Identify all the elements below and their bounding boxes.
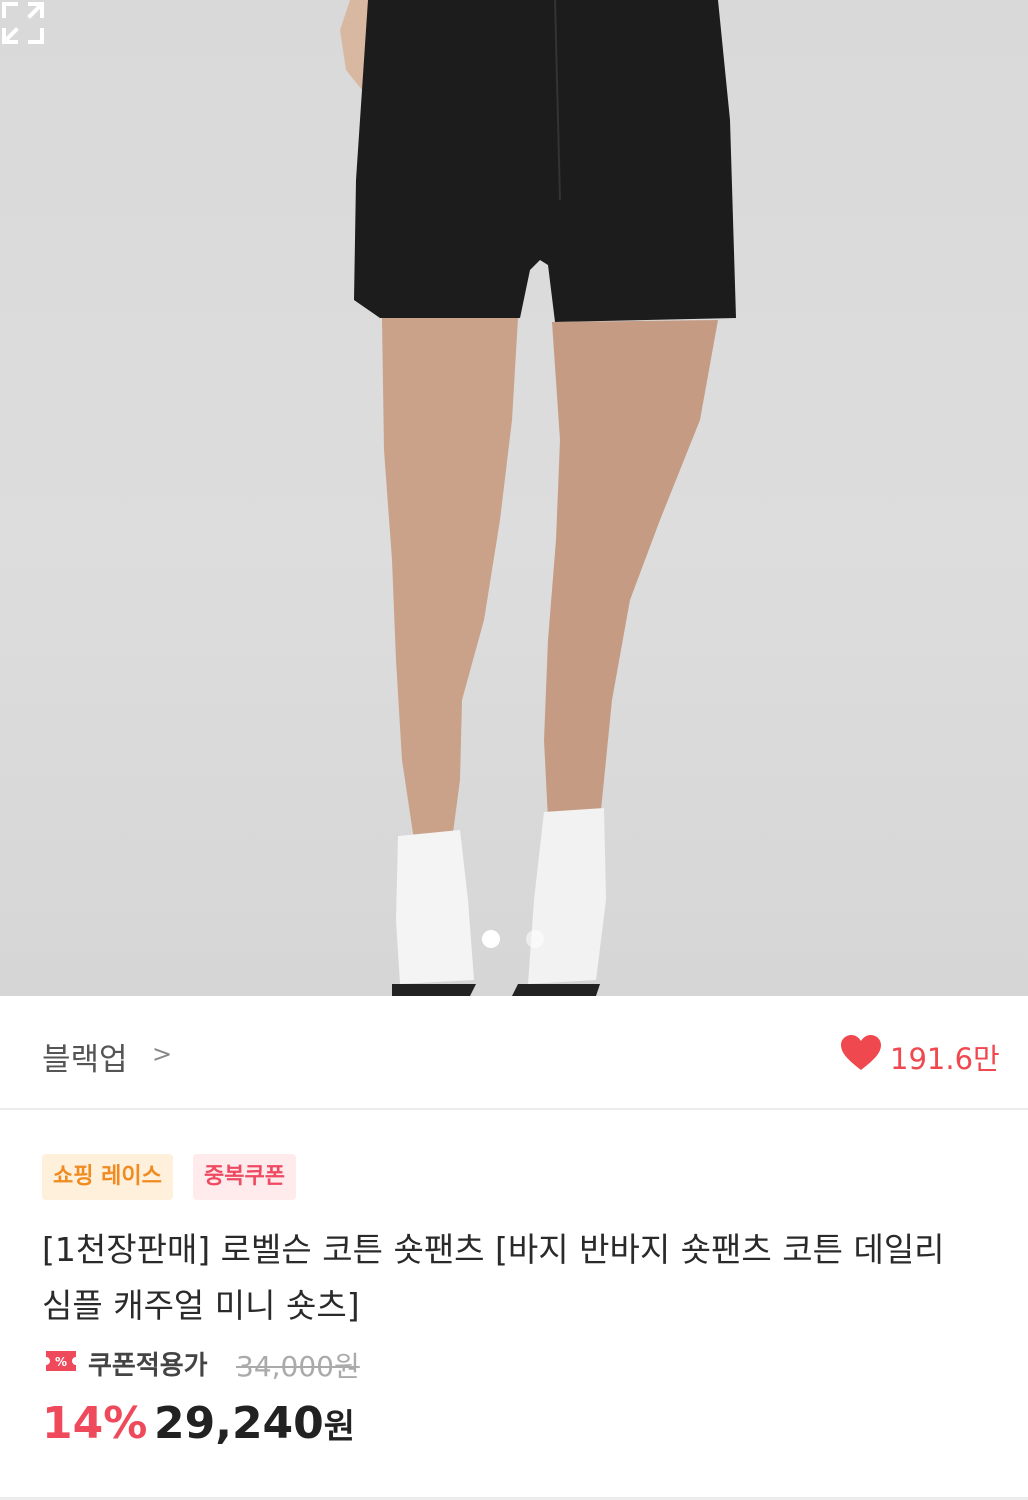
final-price-value: 29,240 [154, 1398, 324, 1449]
coupon-price-label: 쿠폰적용가 [88, 1351, 208, 1381]
discount-rate: 14% [42, 1398, 148, 1449]
pager-dot-active[interactable] [482, 930, 500, 948]
product-title: [1천장판매] 로벨슨 코튼 숏팬츠 [바지 반바지 숏팬츠 코튼 데일리 심플… [42, 1230, 945, 1325]
currency-unit: 원 [323, 1407, 356, 1447]
duplicate-coupon-badge: 중복쿠폰 [193, 1154, 296, 1200]
coupon-icon: % [46, 1351, 76, 1371]
original-price: 34,000원 [236, 1350, 360, 1383]
store-name-link[interactable]: 블랙업 [42, 1034, 128, 1079]
heart-icon[interactable] [840, 1034, 882, 1072]
product-image[interactable] [0, 0, 1028, 996]
like-count: 191.6만 [890, 1042, 1000, 1076]
image-pager[interactable] [482, 930, 544, 948]
chevron-right-icon[interactable]: > [152, 1040, 172, 1068]
product-photo [340, 0, 736, 996]
svg-text:%: % [55, 1355, 67, 1369]
final-price: 29,240원 [154, 1398, 355, 1449]
expand-icon[interactable] [0, 0, 46, 46]
pager-dot[interactable] [526, 930, 544, 948]
shopping-race-badge: 쇼핑 레이스 [42, 1154, 173, 1200]
